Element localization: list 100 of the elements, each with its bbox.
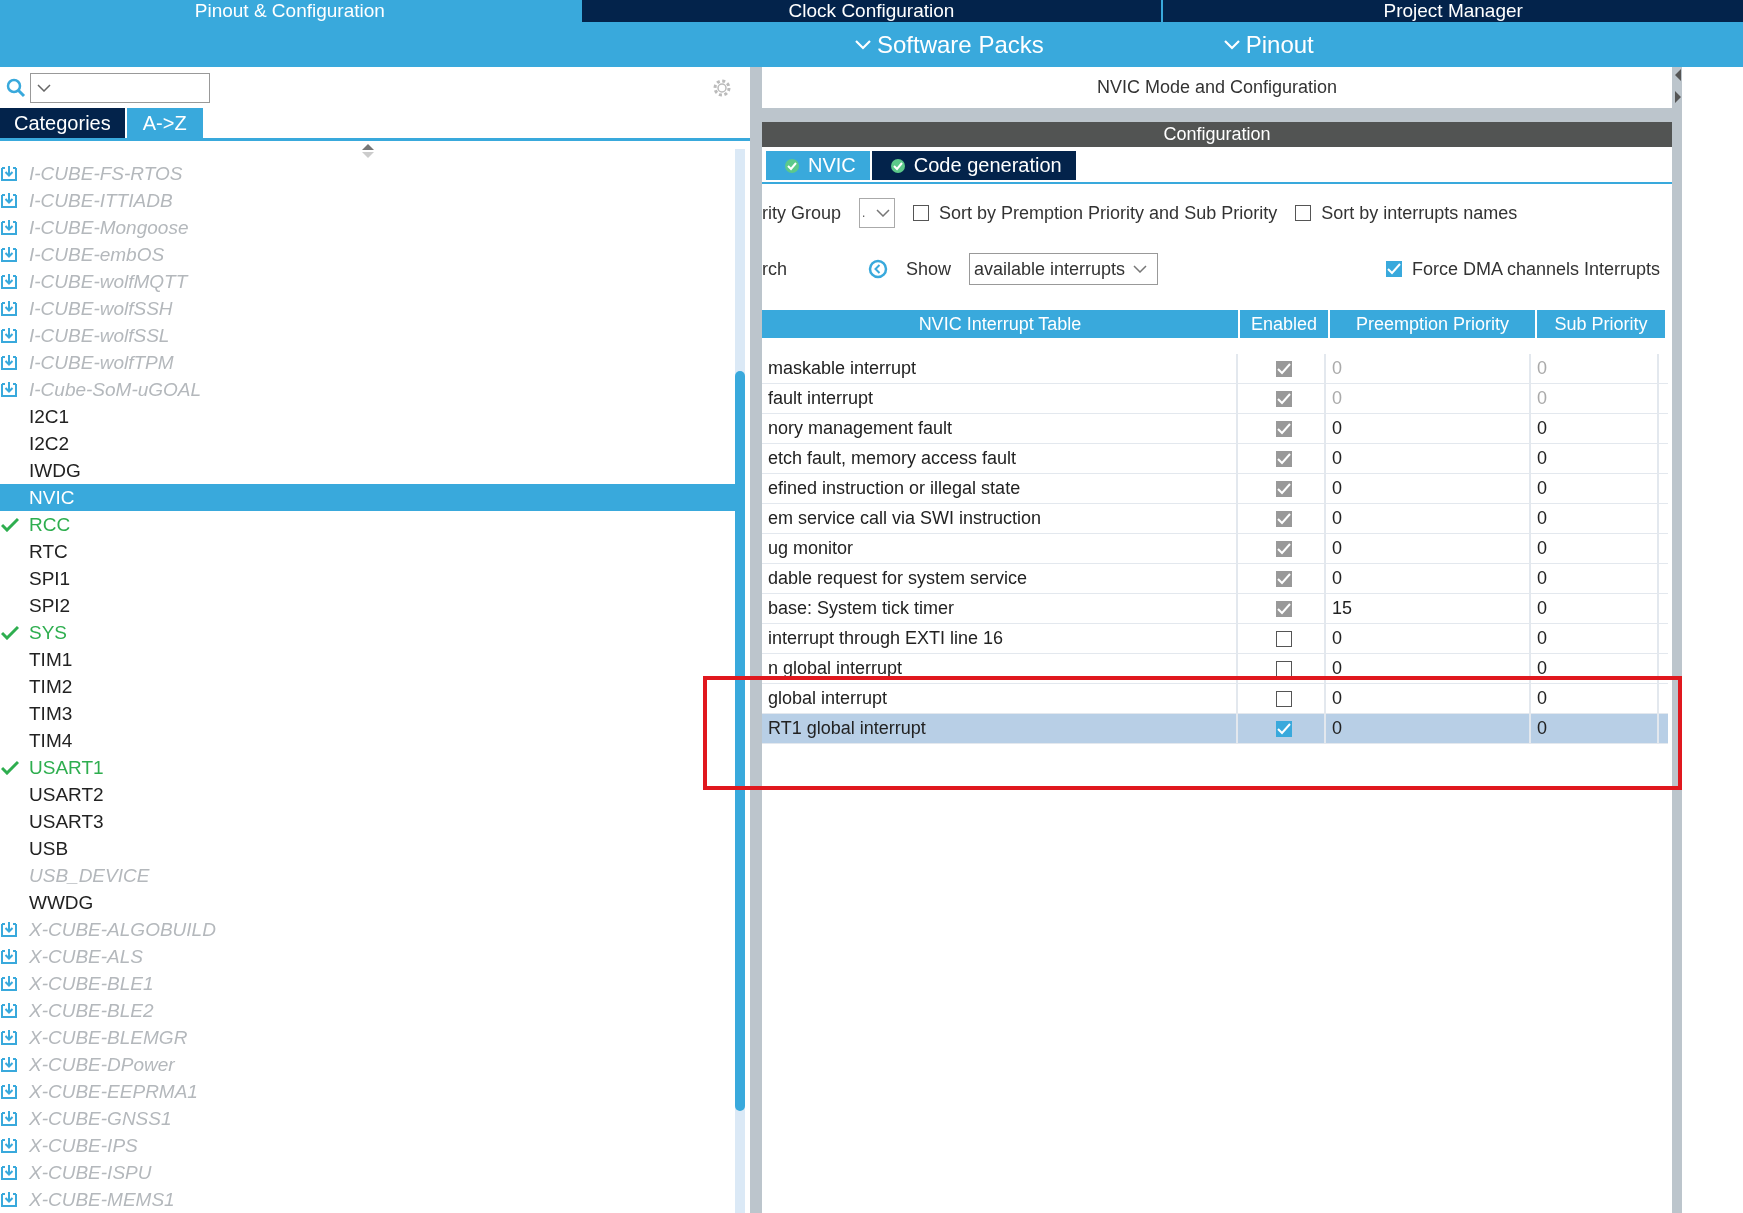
dropdown[interactable]: available interrupts [969,253,1159,285]
checkbox[interactable] [1276,570,1292,587]
list-item[interactable]: X-CUBE-ALS [0,943,735,970]
list-item[interactable]: I-CUBE-Mongoose [0,214,735,241]
table-cell: 0 [1326,504,1531,533]
menu-item[interactable]: Software Packs [855,30,1044,59]
tab[interactable]: NVIC [766,151,870,180]
menu-item[interactable]: Pinout [1223,30,1314,59]
table-row[interactable]: fault interrupt 0 0 [762,384,1668,414]
back-icon[interactable] [868,259,888,279]
list-item[interactable]: I2C2 [0,430,735,457]
list-item[interactable]: TIM3 [0,700,735,727]
list-item[interactable]: WWDG [0,889,735,916]
table-row[interactable]: em service call via SWI instruction 0 0 [762,504,1668,534]
checkbox[interactable] [1276,390,1292,407]
search-field[interactable] [30,72,210,103]
checkbox[interactable] [1276,720,1292,737]
table-cell: 0 [1531,714,1659,743]
list-item[interactable]: X-CUBE-EEPRMA1 [0,1078,735,1105]
tab[interactable]: Clock Configuration [581,0,1162,22]
list-item[interactable]: I-CUBE-wolfSSH [0,295,735,322]
table-row[interactable]: n global interrupt 0 0 [762,654,1668,684]
list-item[interactable]: I-CUBE-wolfMQTT [0,268,735,295]
checkbox[interactable] [1295,205,1312,221]
list-item[interactable]: I-Cube-SoM-uGOAL [0,376,735,403]
list-item[interactable]: TIM1 [0,646,735,673]
list-item[interactable]: I-CUBE-embOS [0,241,735,268]
table-row[interactable]: nory management fault 0 0 [762,414,1668,444]
table-cell: 0 [1531,654,1659,683]
list-item[interactable]: I-CUBE-ITTIADB [0,187,735,214]
list-item[interactable]: USART1 [0,754,735,781]
checkbox[interactable] [1276,600,1292,617]
table-row[interactable]: interrupt through EXTI line 16 0 0 [762,624,1668,654]
checkbox[interactable] [1276,450,1292,467]
list-item[interactable]: I-CUBE-wolfSSL [0,322,735,349]
list-item[interactable]: X-CUBE-BLE2 [0,997,735,1024]
item-label: X-CUBE-GNSS1 [29,1107,172,1130]
checkbox[interactable] [1276,690,1292,707]
scrollbar[interactable] [735,149,745,1213]
list-item[interactable]: X-CUBE-MEMS1 [0,1186,735,1213]
tab[interactable]: Categories [0,108,125,138]
table-cell: 0 [1531,354,1659,383]
search-icon[interactable] [6,77,26,98]
dropdown[interactable]: . [859,198,896,228]
item-label: X-CUBE-ALS [29,945,144,968]
list-item[interactable]: RTC [0,538,735,565]
table-row[interactable]: etch fault, memory access fault 0 0 [762,444,1668,474]
table-row[interactable]: maskable interrupt 0 0 [762,354,1668,384]
list-item[interactable]: X-CUBE-IPS [0,1132,735,1159]
item-label: I2C1 [29,405,70,428]
column-header[interactable]: Sub Priority [1537,310,1665,338]
table-row[interactable]: dable request for system service 0 0 [762,564,1668,594]
table-row[interactable]: ug monitor 0 0 [762,534,1668,564]
list-item[interactable]: TIM4 [0,727,735,754]
list-item[interactable]: IWDG [0,457,735,484]
list-item[interactable]: X-CUBE-GNSS1 [0,1105,735,1132]
list-item[interactable]: X-CUBE-BLEMGR [0,1024,735,1051]
scroll-up-icon[interactable] [361,143,374,158]
checkbox[interactable] [1276,660,1292,677]
checkbox[interactable] [1276,540,1292,557]
list-item[interactable]: USB [0,835,735,862]
list-item[interactable]: NVIC [0,484,735,511]
table-cell: dable request for system service [762,564,1238,593]
checkbox[interactable] [1276,510,1292,527]
checkbox[interactable] [1385,261,1402,277]
table-row[interactable]: RT1 global interrupt 0 0 [762,714,1668,744]
list-item[interactable]: I-CUBE-FS-RTOS [0,160,735,187]
column-header[interactable]: Enabled [1240,310,1328,338]
item-label: I2C2 [29,432,70,455]
item-label: SPI2 [29,594,71,617]
list-item[interactable]: X-CUBE-ALGOBUILD [0,916,735,943]
list-item[interactable]: X-CUBE-BLE1 [0,970,735,997]
checkbox[interactable] [1276,360,1292,377]
list-item[interactable]: RCC [0,511,735,538]
splitter[interactable] [1672,67,1682,1213]
list-item[interactable]: X-CUBE-DPower [0,1051,735,1078]
list-item[interactable]: USART3 [0,808,735,835]
list-item[interactable]: TIM2 [0,673,735,700]
table-cell: 0 [1531,594,1659,623]
tab[interactable]: Code generation [871,151,1076,180]
table-row[interactable]: efined instruction or illegal state 0 0 [762,474,1668,504]
list-item[interactable]: SYS [0,619,735,646]
list-item[interactable]: I2C1 [0,403,735,430]
checkbox[interactable] [1276,480,1292,497]
list-item[interactable]: I-CUBE-wolfTPM [0,349,735,376]
checkbox[interactable] [1276,420,1292,437]
column-header[interactable]: Preemption Priority [1330,310,1535,338]
tab[interactable]: A->Z [126,108,203,138]
check-circle-icon [784,157,800,174]
list-item[interactable]: SPI2 [0,592,735,619]
list-item[interactable]: SPI1 [0,565,735,592]
table-row[interactable]: base: System tick timer 15 0 [762,594,1668,624]
list-item[interactable]: USART2 [0,781,735,808]
checkbox[interactable] [913,205,930,221]
column-header[interactable]: NVIC Interrupt Table [762,310,1238,338]
list-item[interactable]: X-CUBE-ISPU [0,1159,735,1186]
table-cell: efined instruction or illegal state [762,474,1238,503]
checkbox[interactable] [1276,630,1292,647]
tab[interactable]: Project Manager [1163,0,1743,22]
list-item[interactable]: USB_DEVICE [0,862,735,889]
